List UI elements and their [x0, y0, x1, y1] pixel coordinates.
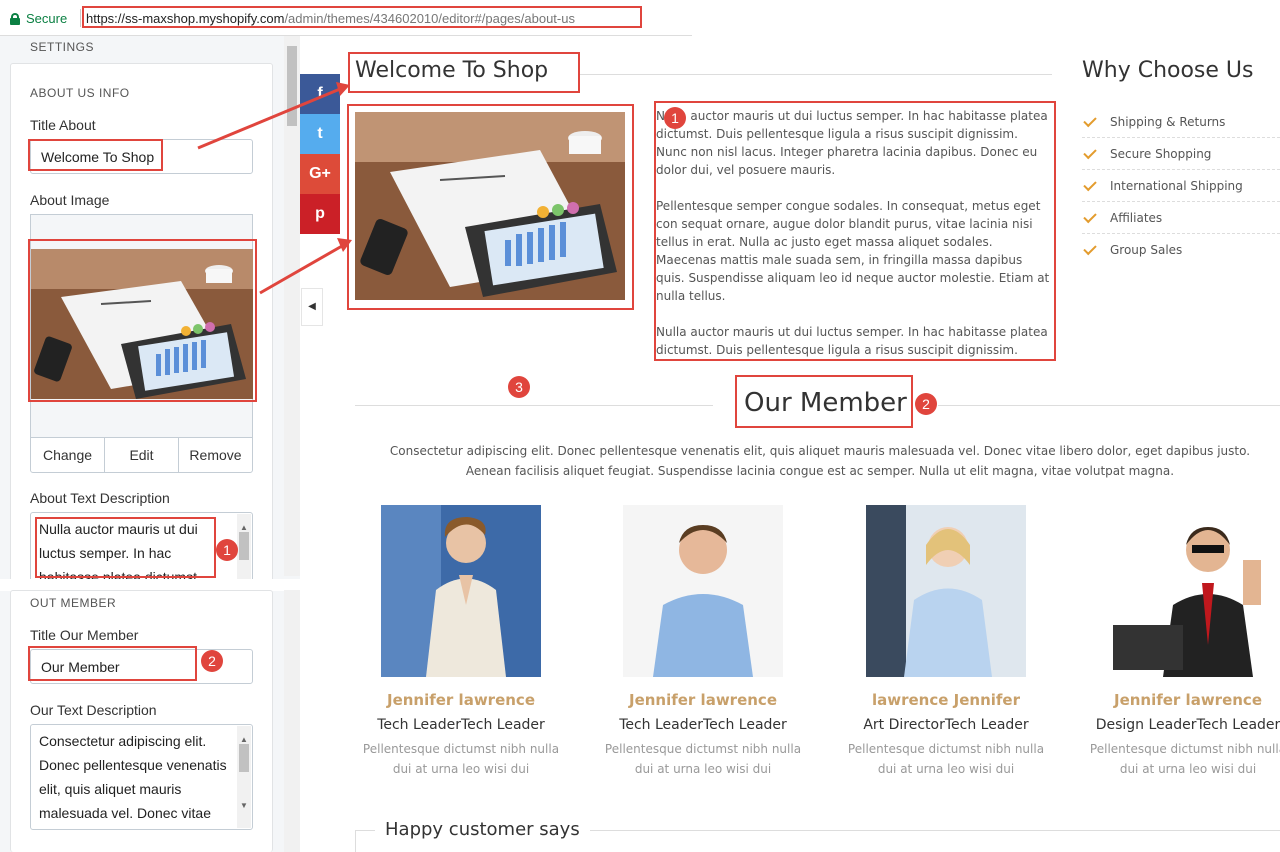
why-choose-title: Why Choose Us [1082, 58, 1254, 83]
member-photo [1108, 505, 1268, 677]
title-about-highlight-box [28, 139, 163, 171]
testimonial-divider-right [590, 830, 1280, 831]
member-name: Jennifer lawrence [386, 691, 535, 709]
edit-image-button[interactable]: Edit [105, 438, 179, 472]
check-icon [1083, 241, 1097, 256]
member-card[interactable]: Jennifer lawrence Tech LeaderTech Leader… [603, 505, 803, 776]
member-card[interactable]: Jennifer lawrence Design LeaderTech Lead… [1088, 505, 1280, 776]
url-highlight-box [82, 6, 642, 28]
testimonial-title: Happy customer says [385, 819, 580, 840]
welcome-divider [580, 74, 1052, 75]
annotation-badge-2-right: 2 [915, 393, 937, 415]
member-description: Pellentesque dictumst nibh nulla dui at … [847, 742, 1045, 776]
testimonial-box-edge [355, 830, 356, 852]
lock-icon [10, 12, 20, 25]
member-photo [381, 505, 541, 677]
check-icon [1083, 177, 1097, 192]
testimonial-divider-left [355, 830, 375, 831]
why-item-label: International Shipping [1110, 179, 1243, 193]
why-item-secure[interactable]: Secure Shopping [1082, 138, 1280, 170]
check-icon [1083, 209, 1097, 224]
about-image-label: About Image [30, 192, 110, 208]
about-text-preview-highlight-box [654, 101, 1056, 361]
annotation-badge-3: 3 [508, 376, 530, 398]
about-text-scrollbar[interactable]: ▲ [237, 514, 251, 584]
member-intro-line-2: Aenean facilisis aliquet feugiat. Suspen… [465, 464, 1175, 478]
member-role: Tech LeaderTech Leader [377, 717, 545, 733]
member-text-scrollbar[interactable]: ▲ ▼ [237, 726, 251, 828]
why-item-label: Secure Shopping [1110, 147, 1212, 161]
annotation-badge-1-left: 1 [216, 539, 238, 561]
why-item-label: Group Sales [1110, 243, 1183, 257]
member-description: Pellentesque dictumst nibh nulla dui at … [362, 742, 560, 776]
image-actions: Change Edit Remove [30, 437, 253, 473]
annotation-badge-2-left: 2 [201, 650, 223, 672]
about-section-heading: ABOUT US INFO [30, 86, 130, 100]
member-role: Design LeaderTech Leader [1095, 717, 1280, 733]
member-divider-left [355, 405, 713, 406]
member-text-label: Our Text Description [30, 702, 157, 718]
member-intro-line-1: Consectetur adipiscing elit. Donec pelle… [389, 444, 1251, 458]
member-role: Art DirectorTech Leader [863, 717, 1029, 733]
member-text-textarea[interactable]: Consectetur adipiscing elit. Donec pelle… [30, 724, 253, 830]
member-role: Tech LeaderTech Leader [619, 717, 787, 733]
member-name: lawrence Jennifer [871, 691, 1020, 709]
browser-address-bar: Secure https://ss-maxshop.myshopify.com/… [0, 0, 692, 36]
secure-label: Secure [26, 11, 68, 26]
why-item-affiliates[interactable]: Affiliates [1082, 202, 1280, 234]
remove-image-button[interactable]: Remove [179, 438, 252, 472]
annotation-badge-1-right: 1 [664, 107, 686, 129]
title-about-label: Title About [30, 117, 96, 133]
member-photo [866, 505, 1026, 677]
about-image-preview-highlight-box [347, 104, 634, 310]
check-icon [1083, 113, 1097, 128]
member-divider-right [938, 405, 1280, 406]
address-divider [80, 9, 81, 27]
why-item-shipping[interactable]: Shipping & Returns [1082, 106, 1280, 138]
member-card[interactable]: Jennifer lawrence Tech LeaderTech Leader… [361, 505, 561, 776]
member-section-heading: OUT MEMBER [30, 596, 117, 610]
why-item-label: Shipping & Returns [1110, 115, 1226, 129]
title-member-label: Title Our Member [30, 627, 139, 643]
annotation-arrows [197, 82, 352, 295]
secure-indicator[interactable]: Secure [10, 11, 67, 26]
member-card[interactable]: lawrence Jennifer Art DirectorTech Leade… [846, 505, 1046, 776]
member-title-highlight-box [735, 375, 913, 428]
why-item-international[interactable]: International Shipping [1082, 170, 1280, 202]
about-text-label: About Text Description [30, 490, 170, 506]
why-item-label: Affiliates [1110, 211, 1163, 225]
settings-heading: SETTINGS [30, 40, 95, 54]
change-image-button[interactable]: Change [31, 438, 105, 472]
member-text-value: Consectetur adipiscing elit. Donec pelle… [39, 733, 227, 821]
why-item-group-sales[interactable]: Group Sales [1082, 234, 1280, 266]
about-text-highlight-box [35, 517, 216, 578]
title-member-highlight-box [28, 646, 197, 681]
welcome-title-highlight-box [348, 52, 580, 93]
check-icon [1083, 145, 1097, 160]
settings-scrollbar-lower[interactable] [284, 590, 300, 852]
member-description: Pellentesque dictumst nibh nulla dui at … [1089, 742, 1280, 776]
member-description: Pellentesque dictumst nibh nulla dui at … [604, 742, 802, 776]
member-name: Jennifer lawrence [628, 691, 777, 709]
member-name: Jennifer lawrence [1113, 691, 1262, 709]
member-photo [623, 505, 783, 677]
